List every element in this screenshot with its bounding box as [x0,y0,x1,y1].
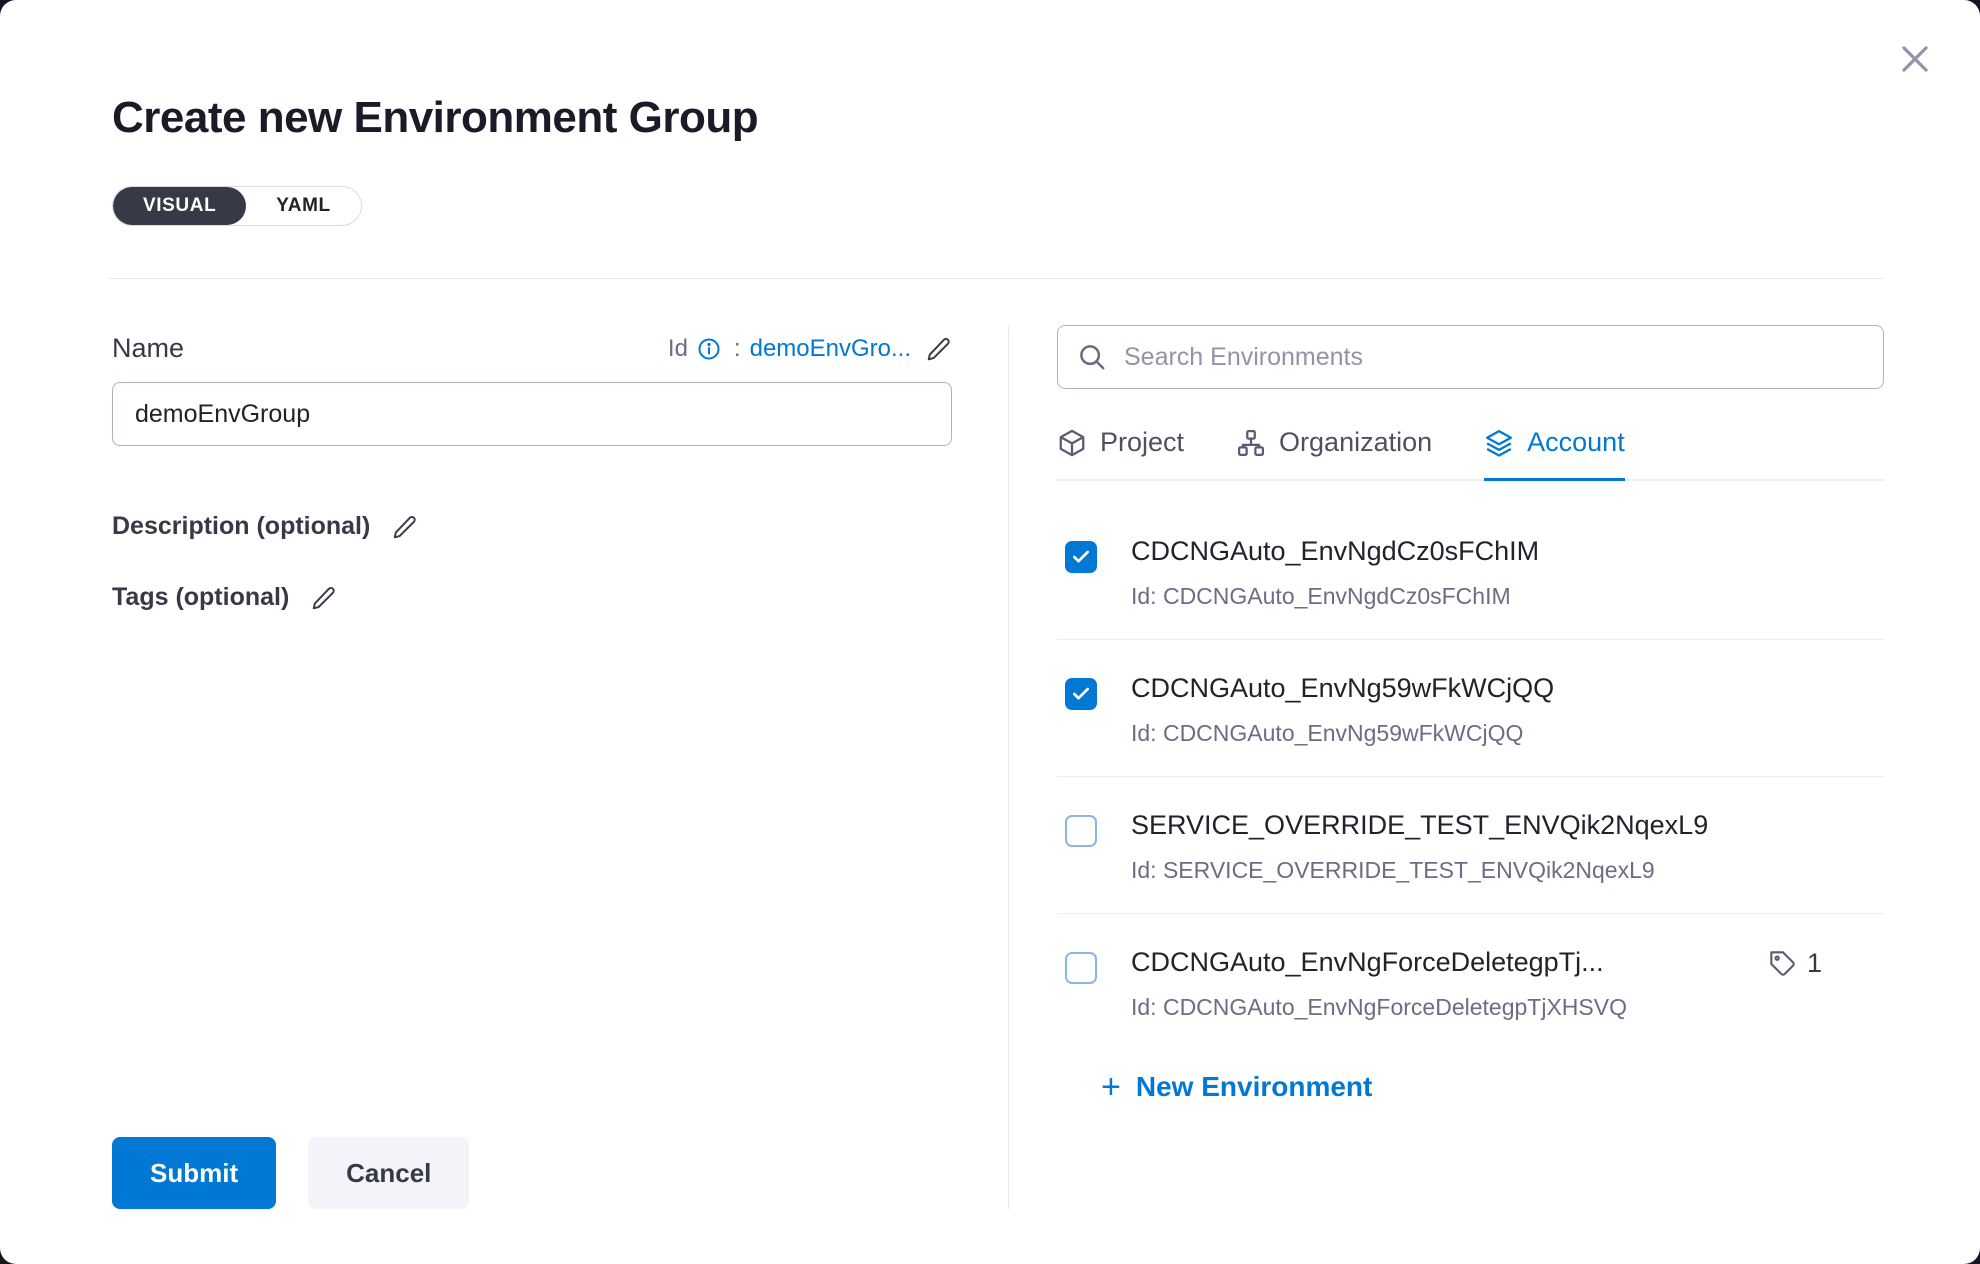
environment-checkbox[interactable] [1065,952,1097,984]
visual-yaml-toggle: VISUAL YAML [112,186,362,226]
environment-row: CDCNGAuto_EnvNg59wFkWCjQQ Id: CDCNGAuto_… [1057,640,1884,777]
search-environments-input[interactable] [1057,325,1884,389]
tags-label: Tags (optional) [112,583,289,612]
id-row: Id : demoEnvGro... [668,335,952,363]
tag-icon [1769,950,1797,978]
environment-name: SERVICE_OVERRIDE_TEST_ENVQik2NqexL9 [1131,807,1884,843]
tag-count-badge: 1 [1769,948,1822,979]
tab-organization-label: Organization [1279,427,1432,458]
tab-account[interactable]: Account [1484,427,1625,481]
submit-button[interactable]: Submit [112,1137,276,1209]
new-environment-button[interactable]: + New Environment [1101,1071,1884,1103]
plus-icon: + [1101,1073,1121,1101]
name-label: Name [112,333,184,364]
divider [108,278,1884,279]
layers-icon [1484,428,1514,458]
tab-visual[interactable]: VISUAL [113,187,246,225]
edit-description-icon[interactable] [392,514,418,540]
cancel-button[interactable]: Cancel [308,1137,469,1209]
name-input[interactable] [112,382,952,446]
description-label: Description (optional) [112,512,370,541]
new-environment-label: New Environment [1136,1071,1372,1103]
tag-count: 1 [1807,948,1822,979]
hierarchy-icon [1236,428,1266,458]
environment-name: CDCNGAuto_EnvNgdCz0sFChIM [1131,533,1884,569]
environment-checkbox[interactable] [1065,541,1097,573]
environment-row: CDCNGAuto_EnvNgdCz0sFChIM Id: CDCNGAuto_… [1057,481,1884,640]
edit-tags-icon[interactable] [311,585,337,611]
form-panel: Name Id : demoEnvGro... [112,325,952,1209]
id-value: demoEnvGro... [750,335,911,363]
tab-project[interactable]: Project [1057,427,1184,481]
close-icon[interactable] [1896,40,1934,78]
page-title: Create new Environment Group [112,92,1980,144]
environment-name: CDCNGAuto_EnvNg59wFkWCjQQ [1131,670,1884,706]
environment-checkbox[interactable] [1065,678,1097,710]
scope-tabs: Project Organization [1057,427,1884,481]
search-icon [1077,342,1107,372]
tab-yaml[interactable]: YAML [246,187,360,225]
environment-id: Id: CDCNGAuto_EnvNgForceDeletegpTjXHSVQ [1131,992,1735,1022]
tab-project-label: Project [1100,427,1184,458]
id-separator: : [734,335,741,363]
environment-checkbox[interactable] [1065,815,1097,847]
id-label: Id [668,335,688,363]
info-icon[interactable] [697,337,721,361]
tab-organization[interactable]: Organization [1236,427,1432,481]
environments-panel: Project Organization [1009,325,1884,1209]
create-environment-group-modal: Create new Environment Group VISUAL YAML… [0,0,1980,1264]
environment-list: CDCNGAuto_EnvNgdCz0sFChIM Id: CDCNGAuto_… [1057,481,1884,1029]
environment-row: CDCNGAuto_EnvNgForceDeletegpTj... Id: CD… [1057,914,1884,1029]
environment-id: Id: SERVICE_OVERRIDE_TEST_ENVQik2NqexL9 [1131,855,1884,885]
environment-id: Id: CDCNGAuto_EnvNgdCz0sFChIM [1131,581,1884,611]
edit-id-icon[interactable] [926,336,952,362]
environment-row: SERVICE_OVERRIDE_TEST_ENVQik2NqexL9 Id: … [1057,777,1884,914]
environment-id: Id: CDCNGAuto_EnvNg59wFkWCjQQ [1131,718,1884,748]
cube-icon [1057,428,1087,458]
environment-name: CDCNGAuto_EnvNgForceDeletegpTj... [1131,944,1735,980]
tab-account-label: Account [1527,427,1625,458]
